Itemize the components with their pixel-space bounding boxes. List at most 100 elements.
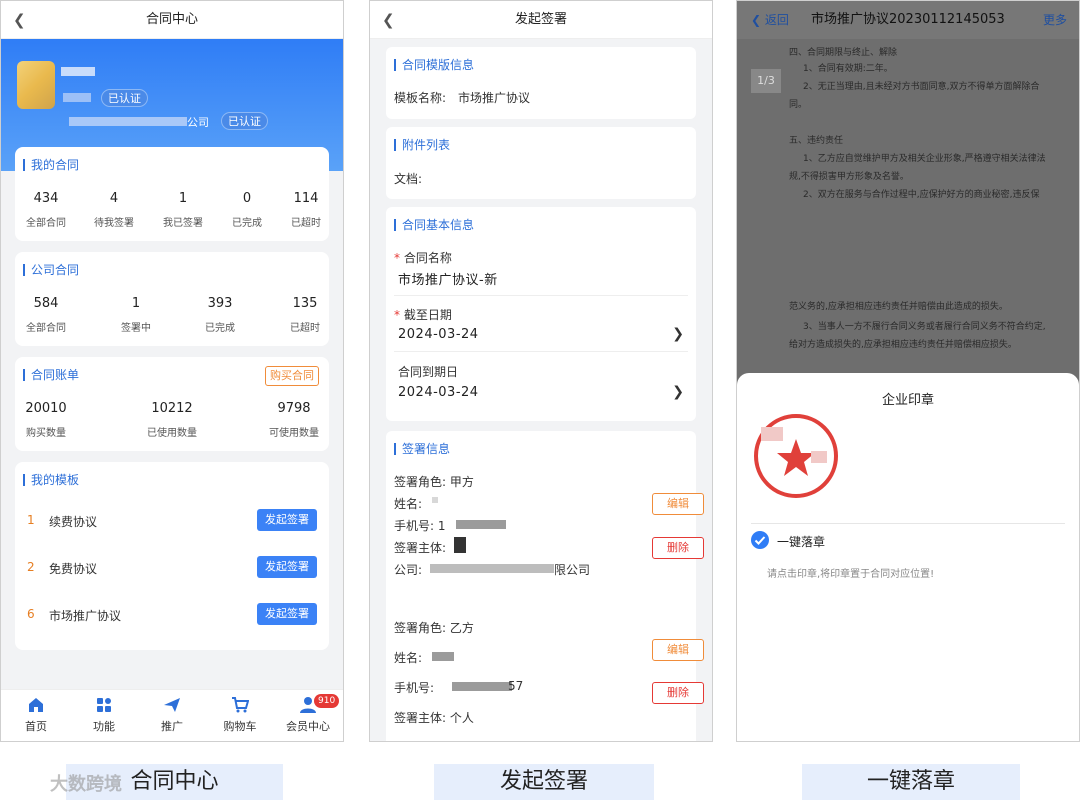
expire-date-picker[interactable]: 2024-03-24 (398, 385, 479, 400)
template-name-value: 市场推广协议 (458, 91, 531, 105)
notification-badge: 910 (314, 694, 340, 708)
stat-timeout[interactable]: 114 已超时 (275, 191, 337, 229)
stat-purchased: 20010 购买数量 (25, 401, 67, 439)
section-title: 签署信息 (394, 443, 450, 455)
stat-all[interactable]: 434 全部合同 (15, 191, 77, 229)
stat-signed[interactable]: 1 我已签署 (152, 191, 214, 229)
page-title: 合同中心 (145, 12, 198, 27)
card-title: 我的合同 (23, 159, 79, 171)
tab-cart[interactable]: 购物车 (210, 696, 270, 734)
blurred-text (432, 652, 454, 661)
party-a-subject: 签署主体: (394, 541, 447, 555)
tab-member[interactable]: 910 会员中心 (278, 694, 340, 734)
card-title: 我的模板 (23, 474, 79, 486)
screen-one-click-seal: ❮ 返回 市场推广协议20230112145053 更多 1/3 四、合同期限与… (736, 0, 1080, 742)
stat-signing[interactable]: 1 签署中 (105, 296, 167, 334)
one-click-seal-label[interactable]: 一键落章 (777, 533, 825, 550)
more-link[interactable]: 更多 (1043, 1, 1067, 39)
party-b-role: 签署角色: 乙方 (394, 621, 474, 635)
card-title: 合同账单 (23, 369, 79, 381)
template-row: 2 免费协议 发起签署 (27, 556, 317, 580)
company-seal-icon[interactable] (751, 411, 841, 501)
blurred-text (432, 497, 438, 503)
chevron-right-icon[interactable]: ❯ (672, 384, 684, 400)
buy-contract-button[interactable]: 购买合同 (265, 366, 319, 386)
back-icon[interactable]: ❮ (13, 1, 26, 39)
company-contracts-card: 公司合同 584 全部合同 1 签署中 393 已完成 135 已超时 (15, 252, 329, 346)
watermark: 大数跨境 (50, 774, 122, 795)
stat-available: 9798 可使用数量 (269, 401, 319, 439)
back-link[interactable]: ❮ 返回 (751, 1, 789, 39)
page-indicator: 1/3 (751, 69, 781, 93)
stat-pending[interactable]: 4 待我签署 (83, 191, 145, 229)
caption-start-sign: 发起签署 (434, 764, 654, 800)
username-blurred-2 (63, 93, 91, 102)
username-blurred (61, 67, 95, 76)
party-a-role: 签署角色: 甲方 (394, 475, 474, 489)
attachment-section: 附件列表 文档: (386, 127, 696, 199)
stat-completed[interactable]: 393 已完成 (189, 296, 251, 334)
doc-line: 规,不得损害甲方形象及名誉。 (789, 172, 909, 182)
screen-start-sign: ❮ 发起签署 合同模版信息 模板名称: 市场推广协议 附件列表 文档: 合同基本… (369, 0, 713, 742)
doc-line: 1、乙方应自觉维护甲方及相关企业形象,严格遵守相关法律法 (803, 154, 1046, 164)
party-a-name: 姓名: (394, 497, 423, 511)
seal-hint: 请点击印章,将印章置于合同对应位置! (767, 569, 935, 580)
checkbox-checked-icon[interactable] (751, 531, 769, 549)
deadline-picker[interactable]: 2024-03-24 (398, 327, 479, 342)
contract-name-label: * 合同名称 (394, 251, 452, 265)
party-b-name: 姓名: (394, 651, 423, 665)
doc-line: 四、合同期限与终止、解除 (789, 48, 898, 58)
doc-line: 五、违约责任 (789, 136, 844, 146)
tab-promote[interactable]: 推广 (142, 696, 202, 734)
screen-contract-center: ❮ 合同中心 已认证 公司 已认证 我的合同 434 全部合同 4 待我签署 1 我已… (0, 0, 344, 742)
sign-info-section: 签署信息 签署角色: 甲方 姓名: 手机号: 1 签署主体: 公司: 限公司 编… (386, 431, 704, 741)
paper-plane-icon (164, 698, 180, 712)
doc-line: 2、无正当理由,且未经对方书面同意,双方不得单方面解除合 (803, 82, 1040, 92)
start-sign-button[interactable]: 发起签署 (257, 603, 317, 625)
nav-bar: ❮ 合同中心 (1, 1, 343, 39)
back-icon[interactable]: ❮ (382, 1, 395, 39)
seal-panel-title: 企业印章 (881, 393, 934, 408)
caption-one-click-seal: 一键落章 (802, 764, 1020, 800)
party-b-subject: 签署主体: 个人 (394, 711, 474, 725)
contract-name-input[interactable]: 市场推广协议-新 (398, 269, 498, 288)
blurred-text (456, 520, 506, 529)
company-name-blurred (69, 117, 187, 126)
delete-button[interactable]: 删除 (652, 537, 704, 559)
deadline-label: * 截至日期 (394, 308, 452, 322)
doc-line: 范义务的,应承担相应违约责任并赔偿由此造成的损失。 (789, 302, 1008, 312)
edit-button[interactable]: 编辑 (652, 639, 704, 661)
stat-completed[interactable]: 0 已完成 (216, 191, 278, 229)
nav-bar: ❮ 发起签署 (370, 1, 712, 39)
bill-card: 合同账单 购买合同 20010 购买数量 10212 已使用数量 9798 可使用数量 (15, 357, 329, 451)
party-a-phone: 手机号: 1 (394, 519, 446, 533)
home-icon (29, 698, 43, 712)
blurred-text (452, 682, 512, 691)
template-name-label: 模板名称: (394, 91, 447, 105)
chevron-right-icon[interactable]: ❯ (672, 326, 684, 342)
party-b-phone: 手机号: (394, 681, 435, 695)
stat-all[interactable]: 584 全部合同 (15, 296, 77, 334)
document-label: 文档: (394, 172, 423, 186)
stat-timeout[interactable]: 135 已超时 (274, 296, 336, 334)
section-title: 合同基本信息 (394, 219, 474, 231)
tab-bar: 首页 功能 推广 购物车 910 会员中心 (1, 689, 343, 741)
tab-functions[interactable]: 功能 (74, 696, 134, 734)
doc-line: 3、当事人一方不履行合同义务或者履行合同义务不符合约定, (803, 322, 1046, 332)
verified-badge: 已认证 (101, 89, 148, 107)
delete-button[interactable]: 删除 (652, 682, 704, 704)
basic-info-section: 合同基本信息 * 合同名称 市场推广协议-新 * 截至日期 2024-03-24… (386, 207, 696, 421)
tab-home[interactable]: 首页 (6, 696, 66, 734)
expire-label: 合同到期日 (398, 365, 459, 379)
edit-button[interactable]: 编辑 (652, 493, 704, 515)
start-sign-button[interactable]: 发起签署 (257, 509, 317, 531)
stat-used: 10212 已使用数量 (147, 401, 197, 439)
card-title: 公司合同 (23, 264, 79, 276)
party-b-phone-suffix: 57 (508, 679, 524, 693)
blurred-text (430, 564, 554, 573)
company-suffix: 公司 (187, 116, 209, 129)
my-contracts-card: 我的合同 434 全部合同 4 待我签署 1 我已签署 0 已完成 114 已超时 (15, 147, 329, 241)
party-a-company-suffix: 限公司 (554, 563, 591, 577)
templates-card: 我的模板 1 续费协议 发起签署 2 免费协议 发起签署 6 市场推广协议 发起签署 (15, 462, 329, 650)
start-sign-button[interactable]: 发起签署 (257, 556, 317, 578)
